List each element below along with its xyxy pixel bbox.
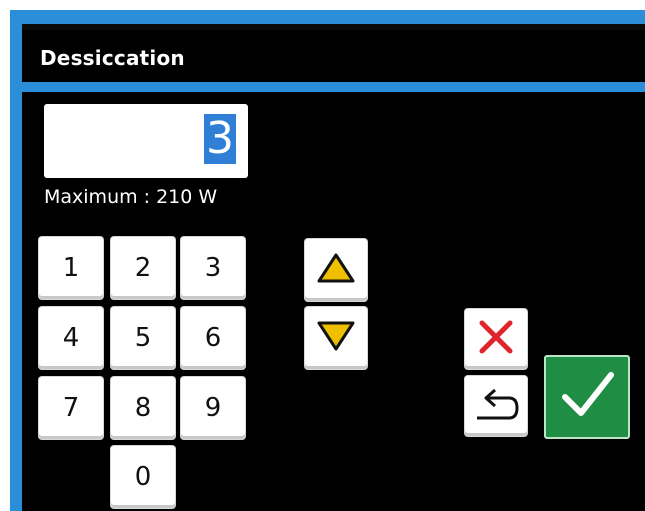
key-2[interactable]: 2 [111, 237, 175, 299]
triangle-down-icon [316, 320, 356, 356]
checkmark-icon [557, 367, 617, 427]
display-value: 3 [204, 113, 236, 164]
key-7[interactable]: 7 [39, 377, 103, 439]
increment-button[interactable] [305, 239, 367, 301]
maximum-label: Maximum : 210 W [44, 186, 218, 208]
key-3[interactable]: 3 [181, 237, 245, 299]
return-arrow-icon [473, 384, 519, 428]
key-6[interactable]: 6 [181, 307, 245, 369]
key-0[interactable]: 0 [111, 446, 175, 508]
cancel-button[interactable] [465, 309, 527, 369]
back-button[interactable] [465, 376, 527, 436]
confirm-button[interactable] [544, 355, 630, 439]
key-8[interactable]: 8 [111, 377, 175, 439]
decrement-button[interactable] [305, 307, 367, 369]
key-1[interactable]: 1 [39, 237, 103, 299]
key-4[interactable]: 4 [39, 307, 103, 369]
key-9[interactable]: 9 [181, 377, 245, 439]
window-title: Dessiccation [40, 46, 185, 70]
triangle-up-icon [316, 252, 356, 288]
key-5[interactable]: 5 [111, 307, 175, 369]
title-bar: Dessiccation [22, 24, 645, 92]
value-display[interactable]: 3 [44, 104, 248, 178]
cross-icon [476, 317, 516, 361]
